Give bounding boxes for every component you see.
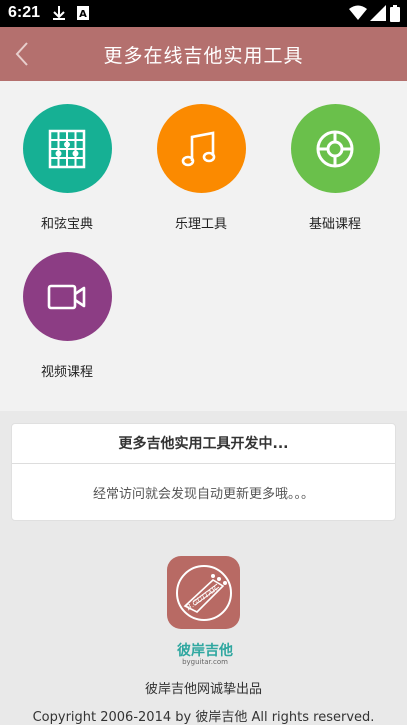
notice-title: 更多吉他实用工具开发中... <box>12 424 395 464</box>
brand-name: 彼岸吉他 <box>177 642 233 659</box>
tool-label: 基础课程 <box>308 217 361 232</box>
chord-grid-icon <box>22 104 112 193</box>
page-title: 更多在线吉他实用工具 <box>103 45 304 67</box>
status-time: 6:21 <box>8 4 41 21</box>
tool-basic-course[interactable]: 基础课程 <box>280 104 390 232</box>
tool-label: 乐理工具 <box>174 217 227 232</box>
app-notification-icon: A <box>76 5 90 25</box>
signal-icon <box>370 5 386 25</box>
notice-body: 经常访问就会发现自动更新更多哦。。。 <box>92 487 314 502</box>
brand-logo: 彼岸吉他 byguitar.com <box>170 640 240 666</box>
tool-label: 和弦宝典 <box>40 217 93 232</box>
status-bar: 6:21 A <box>0 0 407 27</box>
tool-chord-dictionary[interactable]: 和弦宝典 <box>12 104 122 232</box>
lifebuoy-icon <box>290 104 380 193</box>
copyright-text: Copyright 2006-2014 by 彼岸吉他 All rights r… <box>32 710 375 725</box>
music-note-icon <box>156 104 246 193</box>
tool-label: 视频课程 <box>40 365 93 380</box>
wifi-icon <box>349 5 367 25</box>
video-camera-icon <box>22 252 112 341</box>
svg-text:A: A <box>79 9 87 20</box>
guitar-headstock-icon: B.GUITAR <box>175 564 232 621</box>
app-logo: B.GUITAR <box>167 556 240 629</box>
notice-card: 更多吉他实用工具开发中... 经常访问就会发现自动更新更多哦。。。 <box>11 423 396 521</box>
download-icon <box>52 5 66 25</box>
battery-icon <box>390 5 400 26</box>
tool-video-course[interactable]: 视频课程 <box>12 252 122 380</box>
credit-text: 彼岸吉他网诚挚出品 <box>144 682 262 697</box>
app-bar: 更多在线吉他实用工具 <box>0 27 407 81</box>
tool-music-theory[interactable]: 乐理工具 <box>146 104 256 232</box>
brand-url: byguitar.com <box>182 658 228 666</box>
